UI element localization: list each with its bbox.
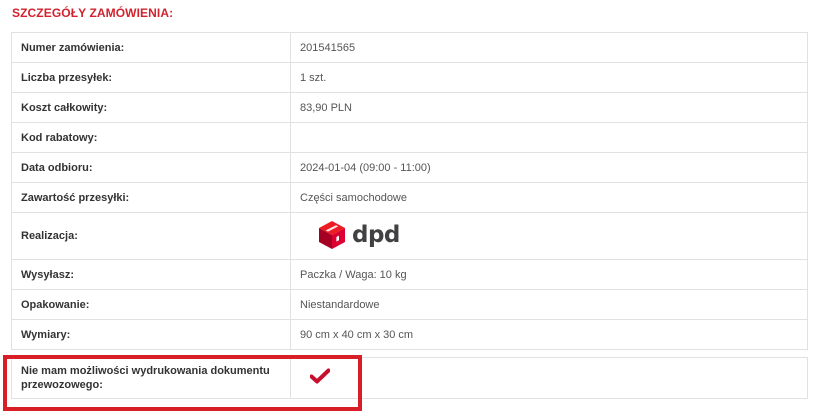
row-value: 90 cm x 40 cm x 30 cm bbox=[290, 319, 808, 350]
dpd-logo-icon bbox=[319, 220, 345, 249]
row-label: Realizacja: bbox=[11, 212, 291, 260]
row-value: dpd bbox=[290, 212, 808, 260]
row-label: Liczba przesyłek: bbox=[11, 62, 291, 93]
row-value bbox=[290, 357, 808, 399]
row-label: Wysyłasz: bbox=[11, 259, 291, 290]
row-value: 83,90 PLN bbox=[290, 92, 808, 123]
row-value: Części samochodowe bbox=[290, 182, 808, 213]
row-label: Opakowanie: bbox=[11, 289, 291, 320]
row-value: 2024-01-04 (09:00 - 11:00) bbox=[290, 152, 808, 183]
table-row-shipment-type: Wysyłasz: Paczka / Waga: 10 kg bbox=[11, 259, 808, 290]
dpd-logo-text: dpd bbox=[352, 221, 400, 248]
table-row-contents: Zawartość przesyłki: Części samochodowe bbox=[11, 182, 808, 213]
row-label: Wymiary: bbox=[11, 319, 291, 350]
dpd-logo: dpd bbox=[318, 220, 400, 250]
table-row-dimensions: Wymiary: 90 cm x 40 cm x 30 cm bbox=[11, 319, 808, 350]
table-row-discount-code: Kod rabatowy: bbox=[11, 122, 808, 153]
section-title: SZCZEGÓŁY ZAMÓWIENIA: bbox=[12, 6, 174, 20]
table-row-total-cost: Koszt całkowity: 83,90 PLN bbox=[11, 92, 808, 123]
table-row-order-number: Numer zamówienia: 201541565 bbox=[11, 32, 808, 63]
row-value: Paczka / Waga: 10 kg bbox=[290, 259, 808, 290]
row-value: Niestandardowe bbox=[290, 289, 808, 320]
row-label: Numer zamówienia: bbox=[11, 32, 291, 63]
table-row-carrier: Realizacja: dpd bbox=[11, 212, 808, 260]
row-value: 1 szt. bbox=[290, 62, 808, 93]
table-row-pickup-date: Data odbioru: 2024-01-04 (09:00 - 11:00) bbox=[11, 152, 808, 183]
row-label: Koszt całkowity: bbox=[11, 92, 291, 123]
row-label: Kod rabatowy: bbox=[11, 122, 291, 153]
row-label: Data odbioru: bbox=[11, 152, 291, 183]
row-value: 201541565 bbox=[290, 32, 808, 63]
row-value bbox=[290, 122, 808, 153]
row-label: Zawartość przesyłki: bbox=[11, 182, 291, 213]
table-row-packaging: Opakowanie: Niestandardowe bbox=[11, 289, 808, 320]
order-details-table: Numer zamówienia: 201541565 Liczba przes… bbox=[11, 32, 808, 399]
highlight-annotation-box bbox=[3, 355, 362, 411]
table-row-parcel-count: Liczba przesyłek: 1 szt. bbox=[11, 62, 808, 93]
